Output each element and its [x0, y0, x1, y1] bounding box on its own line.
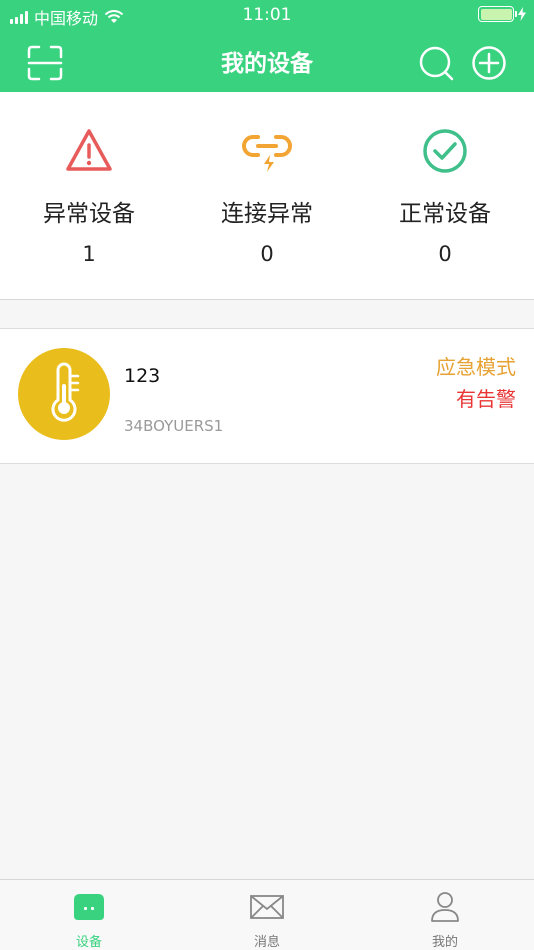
device-avatar — [18, 348, 110, 440]
stat-count: 0 — [260, 242, 274, 266]
add-icon[interactable] — [470, 44, 508, 82]
device-name: 123 — [124, 365, 161, 387]
envelope-icon — [250, 895, 284, 919]
stat-label: 连接异常 — [221, 201, 313, 227]
device-list-item[interactable]: 123 34BOYUERS1 应急模式 有告警 — [0, 328, 534, 464]
device-id: 34BOYUERS1 — [124, 417, 224, 435]
tab-devices[interactable]: 设备 — [0, 880, 178, 950]
stat-connection-abnormal[interactable]: 连接异常 0 — [178, 92, 356, 300]
charging-icon — [518, 7, 526, 21]
device-alarm: 有告警 — [456, 387, 516, 411]
tab-label: 我的 — [431, 935, 458, 950]
tab-bar: 设备 消息 我的 — [0, 879, 534, 950]
stat-abnormal-devices[interactable]: 异常设备 1 — [0, 92, 178, 300]
tab-label: 设备 — [75, 935, 102, 950]
status-bar: 中国移动 11:01 — [0, 0, 534, 32]
status-time: 11:01 — [242, 5, 292, 25]
stats-panel: 异常设备 1 连接异常 0 正常设备 0 — [0, 92, 534, 300]
warning-triangle-icon — [66, 129, 112, 171]
stat-label: 正常设备 — [399, 201, 491, 227]
tab-messages[interactable]: 消息 — [178, 880, 356, 950]
stat-count: 1 — [82, 242, 96, 266]
user-icon — [431, 892, 459, 922]
battery-icon — [478, 6, 517, 22]
device-mode: 应急模式 — [436, 355, 516, 379]
broken-link-icon — [242, 135, 292, 172]
tab-label: 消息 — [253, 935, 280, 950]
stat-count: 0 — [438, 242, 452, 266]
device-icon — [74, 894, 104, 920]
status-right — [478, 6, 526, 22]
header: 中国移动 11:01 我的设备 — [0, 0, 534, 92]
thermometer-icon — [51, 362, 80, 422]
tab-profile[interactable]: 我的 — [356, 880, 534, 950]
navbar: 我的设备 — [0, 32, 534, 92]
check-circle-icon — [423, 129, 467, 173]
search-icon[interactable] — [417, 44, 455, 82]
stat-normal-devices[interactable]: 正常设备 0 — [356, 92, 534, 300]
stat-label: 异常设备 — [43, 201, 135, 227]
